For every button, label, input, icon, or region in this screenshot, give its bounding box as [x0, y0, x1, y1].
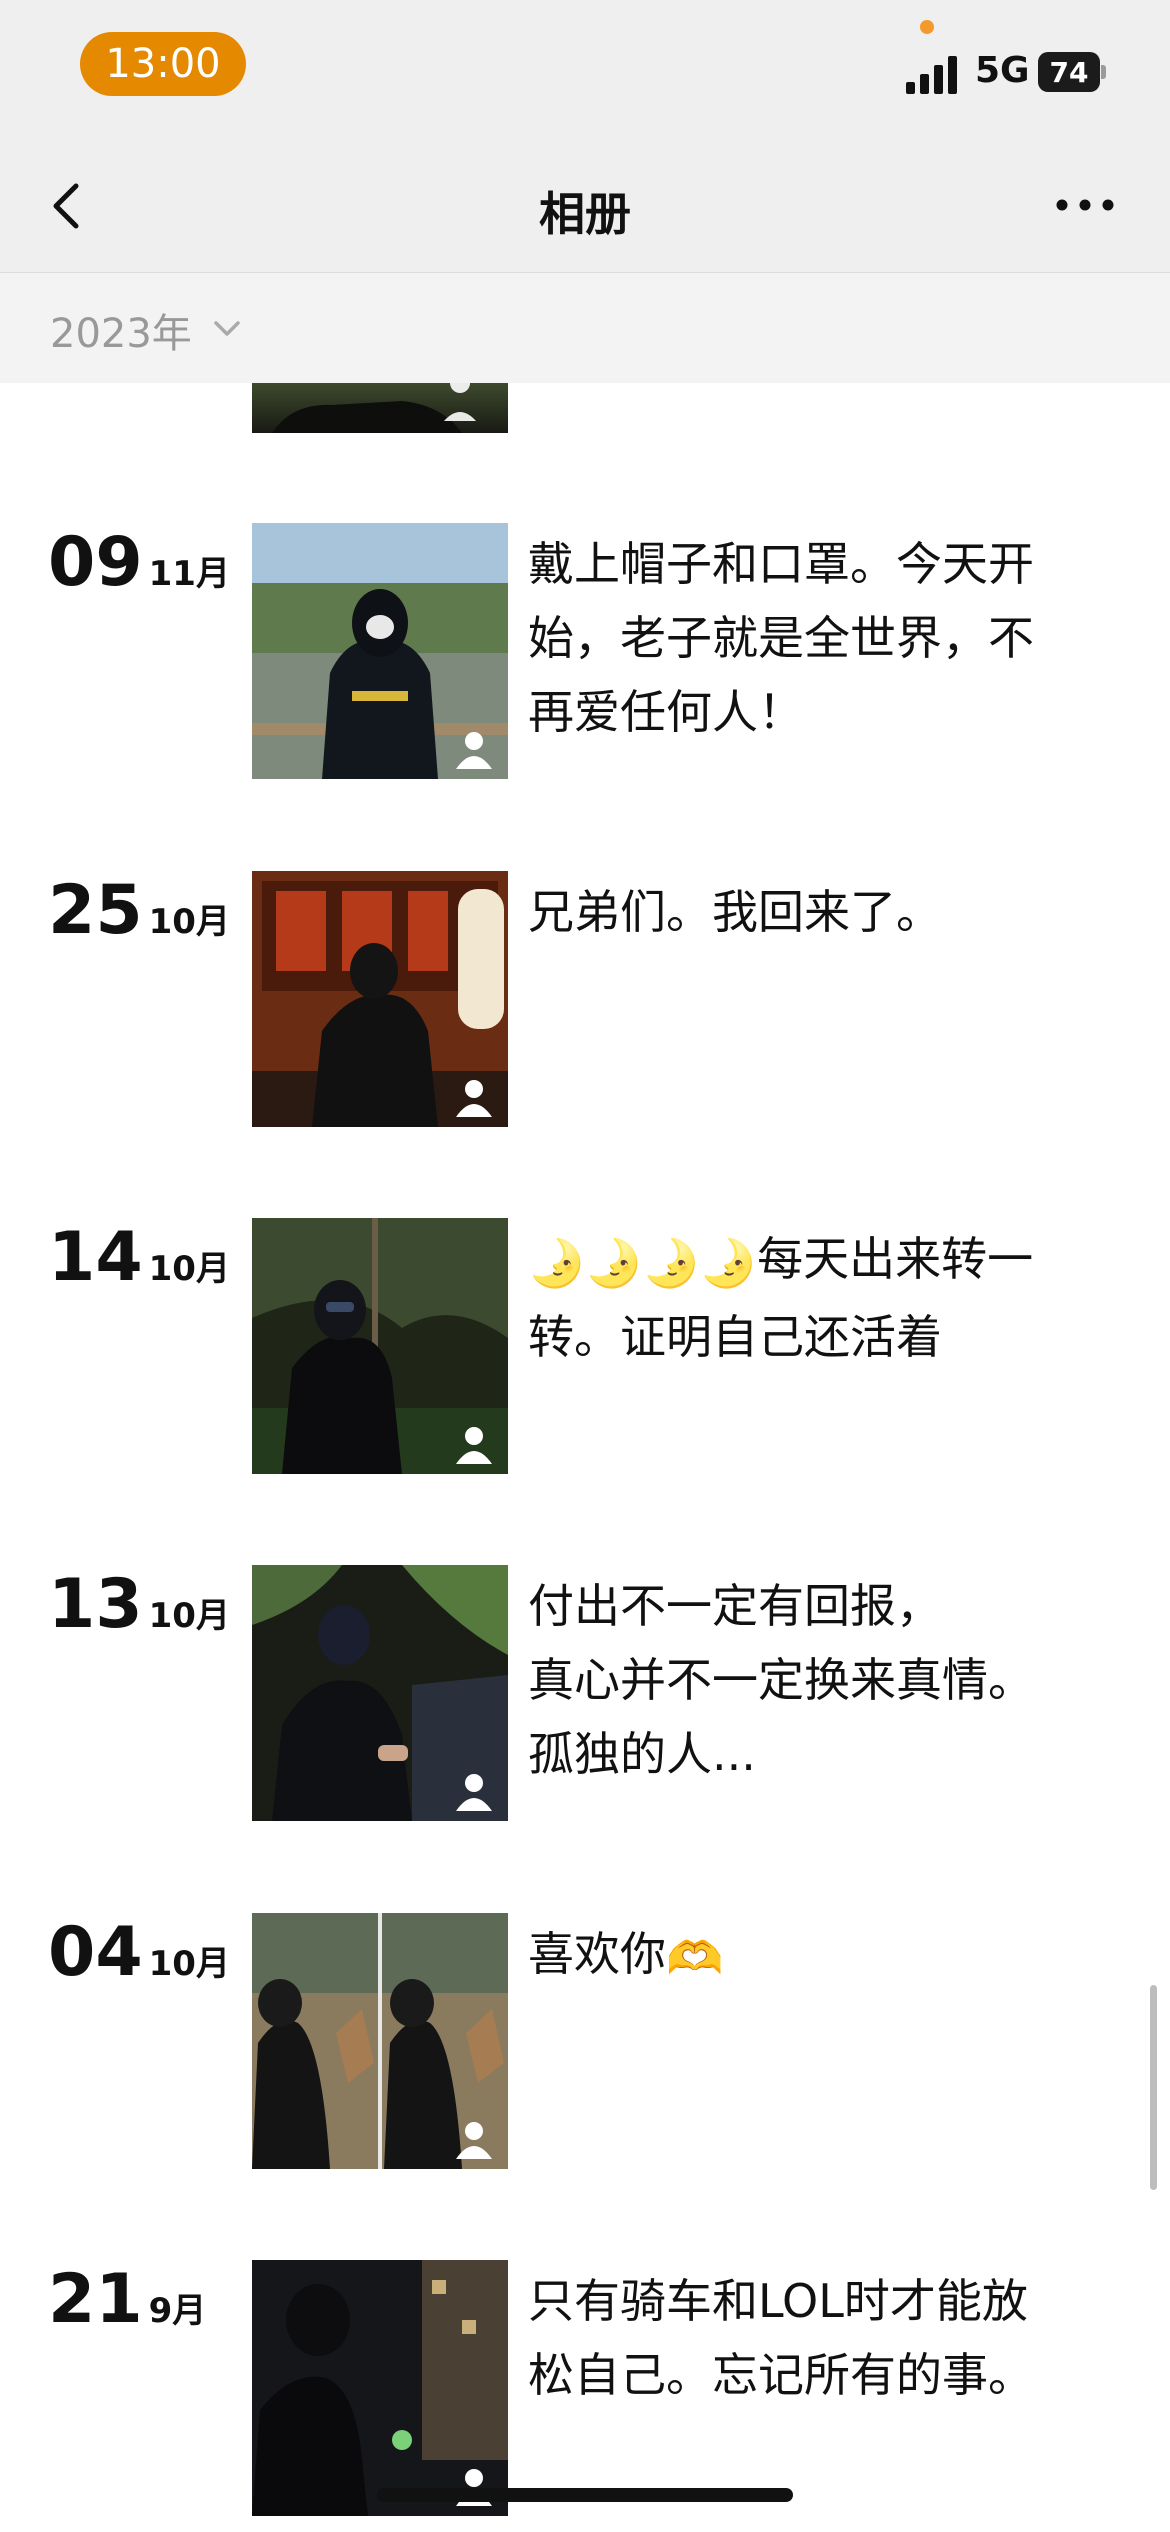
battery-icon: 74 — [1038, 52, 1106, 92]
post-text-line: 兄弟们。我回来了。 — [528, 885, 942, 939]
privacy-indicator-dot — [920, 20, 934, 34]
year-filter[interactable]: 2023年 — [0, 273, 1170, 383]
crescent-moon-icon: 🌛🌛🌛🌛 — [528, 1235, 758, 1290]
post-date: 21 9月 — [48, 2260, 206, 2351]
post-day: 09 — [48, 523, 143, 602]
post-text-line: 真心并不一定换来真情。 — [528, 1653, 1034, 1707]
private-user-icon — [456, 2122, 492, 2159]
post-month: 9月 — [148, 2291, 207, 2331]
post-text: 兄弟们。我回来了。 — [528, 875, 1118, 949]
cellular-signal-icon — [906, 56, 957, 94]
scrollbar[interactable] — [1150, 1985, 1157, 2190]
list-item[interactable]: 25 10月 兄弟们。我回来了。 — [0, 871, 1170, 1127]
more-dots-icon[interactable] — [1050, 180, 1120, 230]
post-thumbnail[interactable] — [252, 523, 508, 779]
post-month: 10月 — [148, 1249, 230, 1289]
post-text-line: 松自己。忘记所有的事。 — [528, 2348, 1034, 2402]
post-month: 11月 — [148, 554, 230, 594]
post-date: 09 11月 — [48, 523, 230, 614]
list-item[interactable]: 21 9月 只有骑车和LOL时才能放 松自己。忘记所有的事。 — [0, 2260, 1170, 2516]
post-text: 🌛🌛🌛🌛每天出来转一 转。证明自己还活着 — [528, 1222, 1118, 1374]
post-date: 14 10月 — [48, 1218, 230, 1309]
post-text-line: 只有骑车和LOL时才能放 — [528, 2274, 1028, 2328]
post-thumbnail-partial[interactable] — [252, 383, 508, 433]
post-list: 0911月 戴上帽子和口罩。今天开 始，老子就是全世界，不 再爱任何人！ 25 — [0, 383, 1170, 2532]
post-thumbnail[interactable] — [252, 871, 508, 1127]
post-text: 戴上帽子和口罩。今天开 始，老子就是全世界，不 再爱任何人！ — [528, 527, 1118, 749]
status-bar: 13:00 5G 74 — [0, 0, 1170, 140]
post-text-line: 转。证明自己还活着 — [528, 1309, 942, 1364]
heart-hands-icon: 🫶 — [666, 1930, 724, 1985]
private-user-icon — [456, 1427, 492, 1464]
year-filter-label: 2023年 — [50, 311, 192, 357]
post-month: 10月 — [148, 902, 230, 942]
list-item[interactable]: 09 11月 戴上帽子和口罩。今天开 始，老子就是全世界，不 再爱任何人！ — [0, 523, 1170, 779]
post-date: 04 10月 — [48, 1913, 230, 2004]
post-day: 14 — [48, 1218, 143, 1297]
post-thumbnail[interactable] — [252, 1565, 508, 1821]
post-date: 25 10月 — [48, 871, 230, 962]
post-month: 10月 — [148, 1596, 230, 1636]
post-thumbnail[interactable] — [252, 1218, 508, 1474]
post-month: 10月 — [148, 1944, 230, 1984]
list-item[interactable]: 13 10月 付出不一定有回报， 真心并不一定换来真情。 孤独的人... — [0, 1565, 1170, 1821]
post-day: 21 — [48, 2260, 143, 2339]
post-day: 13 — [48, 1565, 143, 1644]
post-day: 25 — [48, 871, 143, 950]
battery-level: 74 — [1049, 55, 1089, 89]
home-indicator[interactable] — [377, 2488, 793, 2502]
post-text-line: 戴上帽子和口罩。今天开 — [528, 537, 1034, 591]
private-user-icon — [456, 1774, 492, 1811]
post-text-line: 孤独的人... — [528, 1727, 756, 1781]
post-text: 喜欢你🫶 — [528, 1917, 1118, 1995]
list-item[interactable]: 04 10月 喜欢你🫶 — [0, 1913, 1170, 2169]
post-text-line: 付出不一定有回报， — [528, 1579, 942, 1633]
chevron-down-icon — [214, 321, 240, 336]
post-text: 只有骑车和LOL时才能放 松自己。忘记所有的事。 — [528, 2264, 1118, 2412]
post-text-line: 每天出来转一 — [757, 1232, 1034, 1286]
post-thumbnail[interactable] — [252, 2260, 508, 2516]
network-type: 5G — [975, 50, 1030, 91]
post-text-line: 始，老子就是全世界，不 — [528, 611, 1034, 665]
post-date: 13 10月 — [48, 1565, 230, 1656]
post-thumbnail[interactable] — [252, 1913, 508, 2169]
post-day: 04 — [48, 1913, 143, 1992]
post-text-line: 喜欢你 — [528, 1927, 666, 1981]
status-time: 13:00 — [80, 32, 246, 96]
list-item[interactable]: 14 10月 🌛🌛🌛🌛每天出来转一 转。证明自己还活着 — [0, 1218, 1170, 1474]
private-user-icon — [456, 1080, 492, 1117]
post-text: 付出不一定有回报， 真心并不一定换来真情。 孤独的人... — [528, 1569, 1118, 1791]
page-title: 相册 — [539, 187, 631, 241]
private-user-icon — [456, 732, 492, 769]
nav-bar: 相册 — [0, 140, 1170, 273]
post-text-line: 再爱任何人！ — [528, 685, 804, 739]
